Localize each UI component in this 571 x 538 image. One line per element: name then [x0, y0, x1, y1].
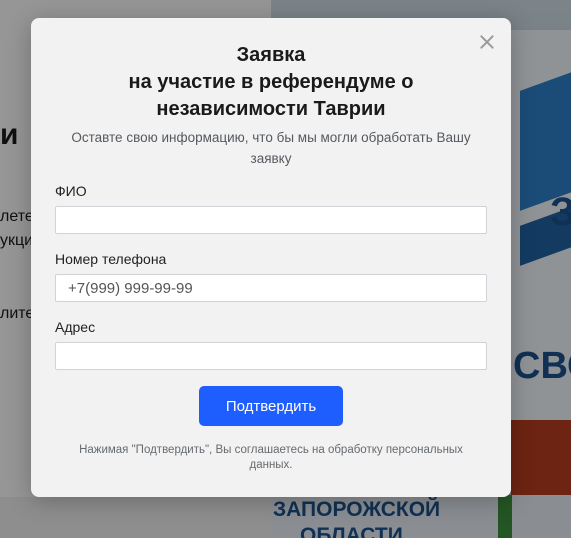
full-name-label: ФИО [55, 183, 87, 199]
full-name-input[interactable] [55, 206, 487, 234]
phone-label: Номер телефона [55, 251, 167, 267]
modal-title: Заявка на участие в референдуме о незави… [31, 42, 511, 123]
consent-notice: Нажимая "Подтвердить", Вы соглашаетесь н… [79, 444, 463, 471]
phone-input[interactable] [55, 274, 487, 302]
address-input[interactable] [55, 342, 487, 370]
modal-subtitle: Оставте свою информацию, что бы мы могли… [71, 130, 471, 166]
submit-button[interactable]: Подтвердить [199, 386, 343, 426]
modal-title-line: Заявка [236, 44, 306, 66]
modal-title-line: на участие в референдуме о [128, 71, 414, 93]
referendum-application-modal: Заявка на участие в референдуме о незави… [31, 18, 511, 497]
address-label: Адрес [55, 319, 96, 335]
modal-title-line: независимости Таврии [156, 98, 386, 120]
